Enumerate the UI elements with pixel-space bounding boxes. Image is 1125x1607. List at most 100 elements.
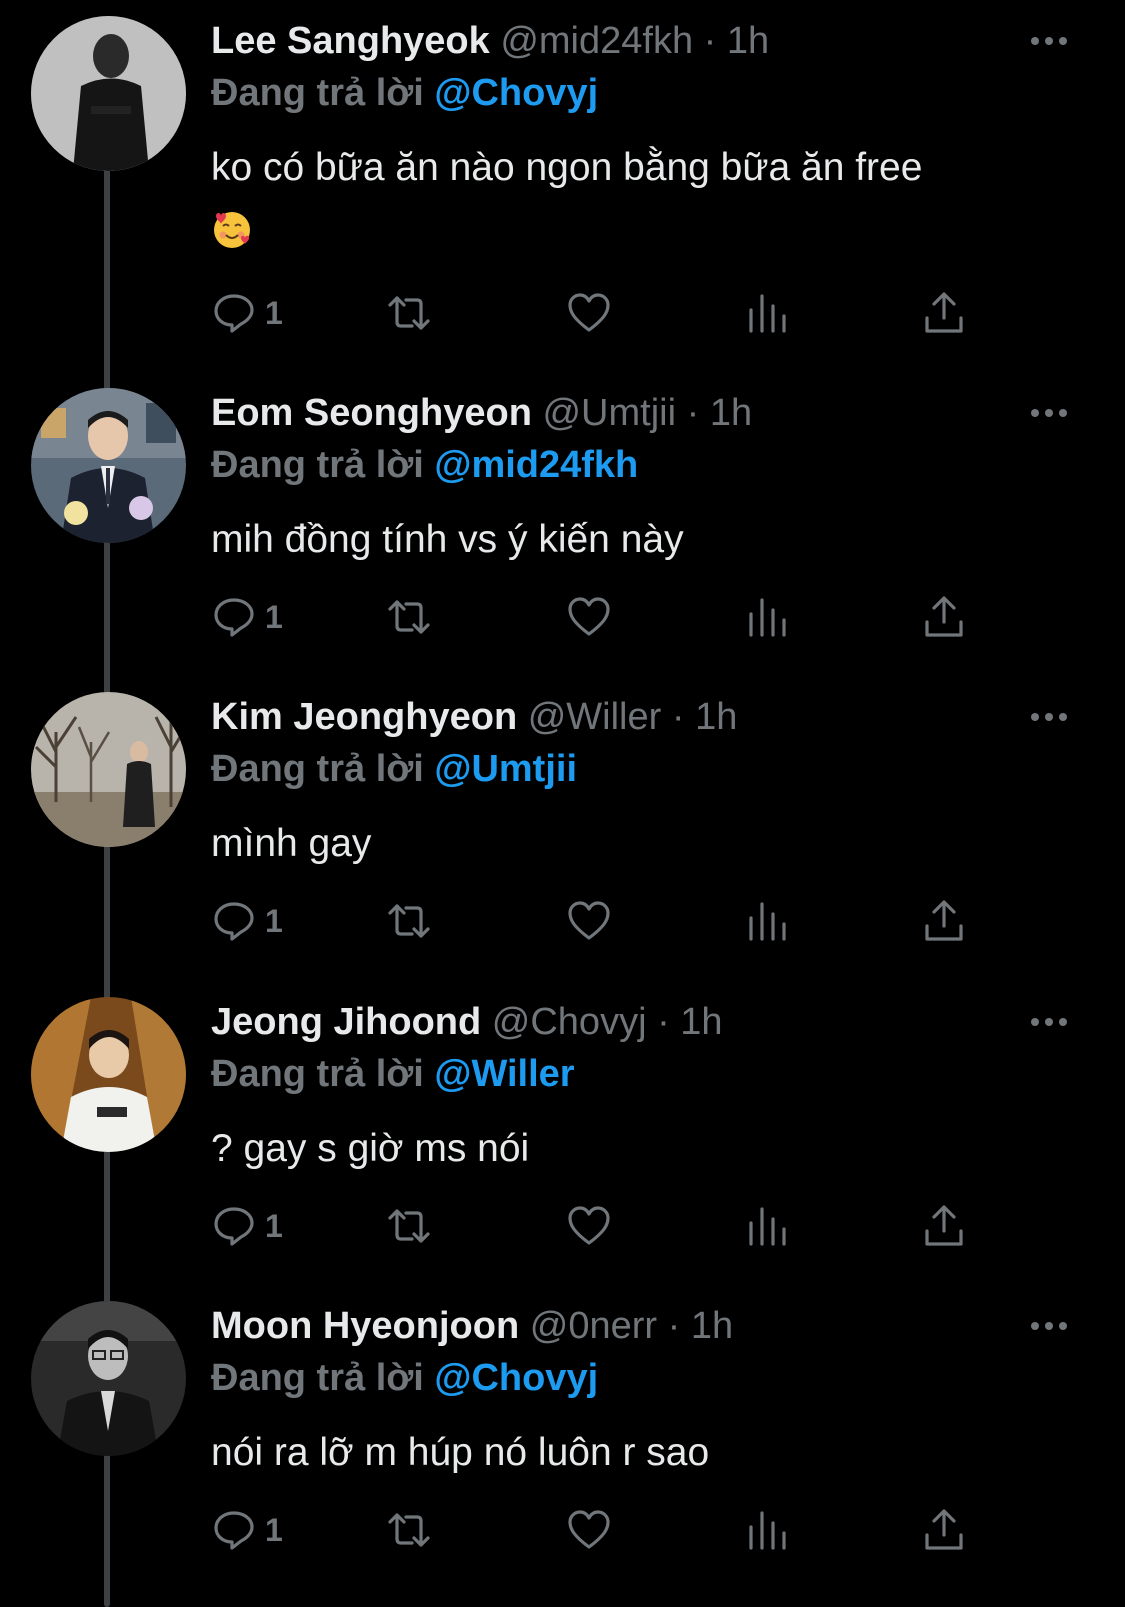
reply-button[interactable]: 1	[211, 1201, 283, 1251]
user-handle[interactable]: @mid24fkh	[500, 20, 693, 62]
replying-to-label: Đang trả lời	[211, 748, 424, 790]
timestamp[interactable]: 1h	[695, 696, 737, 738]
replying-to-mention[interactable]: @Chovyj	[434, 1357, 598, 1399]
timestamp[interactable]: 1h	[727, 20, 769, 62]
views-button[interactable]	[744, 288, 790, 338]
heart-icon	[568, 1206, 610, 1245]
share-button[interactable]	[921, 1505, 967, 1555]
user-handle[interactable]: @Chovyj	[492, 1001, 647, 1043]
reply-icon	[214, 294, 254, 333]
tweet-text: ? gay s giờ ms nói	[211, 1117, 1041, 1181]
avatar[interactable]	[31, 16, 186, 171]
reply-count: 1	[265, 294, 283, 331]
reply-icon	[214, 1511, 254, 1550]
more-options-icon[interactable]	[1029, 1015, 1069, 1029]
replying-to-label: Đang trả lời	[211, 72, 424, 114]
retweet-icon	[388, 296, 430, 330]
reply-button[interactable]: 1	[211, 1505, 283, 1555]
reply-button[interactable]: 1	[211, 288, 283, 338]
avatar[interactable]	[31, 692, 186, 847]
retweet-icon	[388, 1513, 430, 1547]
tweet-actions: 1	[211, 288, 1011, 338]
retweet-button[interactable]	[386, 592, 432, 642]
like-button[interactable]	[566, 288, 612, 338]
like-button[interactable]	[566, 1201, 612, 1251]
reply-count: 1	[265, 598, 283, 635]
replying-to-mention[interactable]: @Umtjii	[434, 748, 577, 790]
separator-dot: ·	[703, 20, 717, 62]
avatar[interactable]	[31, 388, 186, 543]
tweet-text: mih đồng tính vs ý kiến này	[211, 508, 1041, 572]
avatar[interactable]	[31, 1301, 186, 1456]
tweet-actions: 1	[211, 1201, 1011, 1251]
replying-to-mention[interactable]: @Chovyj	[434, 72, 598, 114]
smiling-face-with-hearts-icon	[214, 212, 250, 248]
like-button[interactable]	[566, 592, 612, 642]
tweet[interactable]: Eom Seonghyeon @Umtjii · 1h Đang trả lời…	[0, 372, 1125, 684]
more-options-icon[interactable]	[1029, 406, 1069, 420]
tweet-text: ko có bữa ăn nào ngon bằng bữa ăn free	[211, 136, 1041, 264]
timestamp[interactable]: 1h	[691, 1305, 733, 1347]
replying-to: Đang trả lời @Willer	[211, 1051, 575, 1097]
reply-button[interactable]: 1	[211, 592, 283, 642]
separator-dot: ·	[667, 1305, 681, 1347]
timestamp[interactable]: 1h	[680, 1001, 722, 1043]
analytics-icon	[749, 598, 786, 637]
retweet-icon	[388, 600, 430, 634]
user-handle[interactable]: @0nerr	[530, 1305, 657, 1347]
replying-to-label: Đang trả lời	[211, 1053, 424, 1095]
views-button[interactable]	[744, 592, 790, 642]
display-name[interactable]: Lee Sanghyeok	[211, 20, 490, 62]
reply-icon	[214, 598, 254, 637]
user-handle[interactable]: @Willer	[528, 696, 662, 738]
views-button[interactable]	[744, 896, 790, 946]
share-button[interactable]	[921, 1201, 967, 1251]
retweet-button[interactable]	[386, 896, 432, 946]
retweet-button[interactable]	[386, 288, 432, 338]
views-button[interactable]	[744, 1505, 790, 1555]
like-button[interactable]	[566, 1505, 612, 1555]
share-icon	[925, 596, 963, 637]
timestamp[interactable]: 1h	[710, 392, 752, 434]
display-name[interactable]: Jeong Jihoond	[211, 1001, 481, 1043]
tweet[interactable]: Moon Hyeonjoon @0nerr · 1h Đang trả lời …	[0, 1285, 1125, 1597]
analytics-icon	[749, 902, 786, 941]
views-button[interactable]	[744, 1201, 790, 1251]
like-button[interactable]	[566, 896, 612, 946]
user-handle[interactable]: @Umtjii	[542, 392, 676, 434]
display-name[interactable]: Moon Hyeonjoon	[211, 1305, 519, 1347]
display-name[interactable]: Eom Seonghyeon	[211, 392, 532, 434]
replying-to-mention[interactable]: @mid24fkh	[434, 444, 638, 486]
tweet-body: mình gay	[211, 822, 372, 865]
replying-to: Đang trả lời @Chovyj	[211, 1355, 598, 1401]
more-options-icon[interactable]	[1029, 710, 1069, 724]
reply-icon	[214, 1207, 254, 1246]
heart-icon	[568, 293, 610, 332]
tweet-body: ? gay s giờ ms nói	[211, 1127, 530, 1170]
retweet-icon	[388, 904, 430, 938]
replying-to-label: Đang trả lời	[211, 1357, 424, 1399]
separator-dot: ·	[657, 1001, 670, 1043]
more-options-icon[interactable]	[1029, 34, 1069, 48]
tweet[interactable]: Jeong Jihoond @Chovyj · 1h Đang trả lời …	[0, 981, 1125, 1293]
separator-dot: ·	[671, 696, 685, 738]
share-icon	[925, 292, 963, 333]
share-button[interactable]	[921, 592, 967, 642]
separator-dot: ·	[686, 392, 700, 434]
replying-to-mention[interactable]: @Willer	[434, 1053, 574, 1095]
analytics-icon	[749, 1207, 786, 1246]
tweet-actions: 1	[211, 592, 1011, 642]
share-button[interactable]	[921, 896, 967, 946]
tweet[interactable]: Kim Jeonghyeon @Willer · 1h Đang trả lời…	[0, 676, 1125, 988]
retweet-button[interactable]	[386, 1505, 432, 1555]
heart-icon	[568, 1510, 610, 1549]
reply-count: 1	[265, 1207, 283, 1244]
reply-icon	[214, 902, 254, 941]
tweet[interactable]: Lee Sanghyeok @mid24fkh · 1h Đang trả lờ…	[0, 0, 1125, 333]
avatar[interactable]	[31, 997, 186, 1152]
reply-button[interactable]: 1	[211, 896, 283, 946]
more-options-icon[interactable]	[1029, 1319, 1069, 1333]
retweet-button[interactable]	[386, 1201, 432, 1251]
share-button[interactable]	[921, 288, 967, 338]
display-name[interactable]: Kim Jeonghyeon	[211, 696, 517, 738]
